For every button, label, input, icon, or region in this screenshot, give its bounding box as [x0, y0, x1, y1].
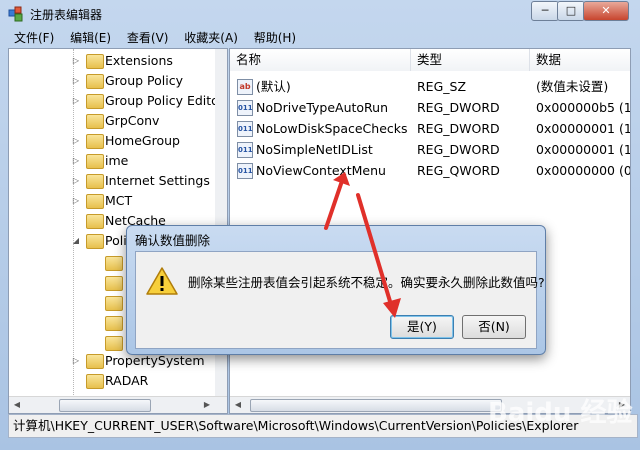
menu-help[interactable]: 帮助(H) [248, 28, 302, 48]
column-header-name[interactable]: 名称 [230, 49, 411, 71]
expand-arrow-icon[interactable]: ▷ [71, 91, 81, 111]
warning-icon [146, 267, 178, 295]
registry-app-icon [8, 6, 23, 22]
menu-file[interactable]: 文件(F) [8, 28, 60, 48]
value-type: REG_QWORD [417, 163, 500, 178]
no-button[interactable]: 否(N) [462, 315, 526, 339]
folder-icon [86, 74, 104, 89]
tree-item[interactable]: ▷ HomeGroup [9, 131, 209, 151]
tree-item-label: HomeGroup [105, 133, 180, 148]
scroll-left-icon[interactable]: ◀ [9, 397, 25, 413]
tree-item[interactable]: ▷ Extensions [9, 51, 209, 71]
dialog-body: 删除某些注册表值会引起系统不稳定。确实要永久删除此数值吗? 是(Y) 否(N) [135, 251, 545, 349]
tree-item[interactable]: RADAR [9, 371, 209, 391]
value-name: NoViewContextMenu [256, 163, 386, 178]
folder-icon [86, 354, 104, 369]
value-data: 0x00000000 (0) [536, 163, 631, 178]
binary-value-icon: 011 [237, 163, 253, 179]
expand-arrow-icon[interactable]: ▷ [71, 191, 81, 211]
subfolder-icon [105, 256, 123, 271]
expand-arrow-icon[interactable]: ◢ [71, 231, 81, 251]
column-header-data[interactable]: 数据 [530, 49, 630, 71]
folder-icon [86, 234, 104, 249]
value-name: NoDriveTypeAutoRun [256, 100, 389, 115]
scroll-thumb[interactable] [59, 399, 151, 412]
tree-item-label: RADAR [105, 373, 149, 388]
tree-item[interactable]: ▷ MCT [9, 191, 209, 211]
subfolder-icon [105, 276, 123, 291]
tree-item[interactable]: ▷ Group Policy [9, 71, 209, 91]
value-type: REG_DWORD [417, 142, 500, 157]
subfolder-icon [105, 336, 123, 351]
folder-icon [86, 194, 104, 209]
string-value-icon: ab [237, 79, 253, 95]
value-row[interactable]: 011 NoDriveTypeAutoRun REG_DWORD 0x000000b5… [230, 97, 630, 118]
tree-item-label: MCT [105, 193, 133, 208]
tree-item[interactable]: ▷ Group Policy Editor [9, 91, 224, 111]
folder-icon [86, 114, 104, 129]
subfolder-icon [105, 316, 123, 331]
expand-arrow-icon[interactable]: ▷ [71, 171, 81, 191]
folder-icon [86, 54, 104, 69]
yes-button[interactable]: 是(Y) [390, 315, 454, 339]
value-name: (默认) [256, 79, 291, 94]
list-scroll-left-icon[interactable]: ◀ [230, 397, 246, 413]
menu-bar: 文件(F) 编辑(E) 查看(V) 收藏夹(A) 帮助(H) [8, 28, 632, 48]
tree-item-label: Group Policy Editor [105, 93, 224, 108]
value-name: NoSimpleNetIDList [256, 142, 373, 157]
title-bar: 注册表编辑器 ─ □ ✕ [0, 0, 640, 28]
value-row[interactable]: 011 NoLowDiskSpaceChecks REG_DWORD 0x000000… [230, 118, 630, 139]
value-type: REG_DWORD [417, 100, 500, 115]
dialog-title: 确认数值删除 [135, 233, 211, 248]
value-type: REG_SZ [417, 79, 467, 94]
tree-horizontal-scrollbar[interactable]: ◀ ▶ [9, 396, 227, 413]
value-row[interactable]: ab (默认) REG_SZ (数值未设置) [230, 76, 630, 97]
binary-value-icon: 011 [237, 142, 253, 158]
expand-arrow-icon[interactable]: ▷ [71, 351, 81, 371]
minimize-button[interactable]: ─ [531, 1, 559, 21]
menu-edit[interactable]: 编辑(E) [64, 28, 117, 48]
expand-arrow-icon[interactable]: ▷ [71, 51, 81, 71]
watermark: Baidu 经验 [488, 398, 633, 428]
folder-icon [86, 94, 104, 109]
close-button[interactable]: ✕ [583, 1, 629, 21]
value-name: NoLowDiskSpaceChecks [256, 121, 408, 136]
menu-view[interactable]: 查看(V) [121, 28, 175, 48]
value-data: 0x00000001 (1) [536, 121, 631, 136]
dialog-message: 删除某些注册表值会引起系统不稳定。确实要永久删除此数值吗? [188, 275, 545, 290]
list-scroll-thumb[interactable] [250, 399, 502, 412]
tree-item[interactable]: GrpConv [9, 111, 209, 131]
value-data: 0x00000001 (1) [536, 142, 631, 157]
tree-item-label: Group Policy [105, 73, 183, 88]
folder-icon [86, 174, 104, 189]
binary-value-icon: 011 [237, 100, 253, 116]
tree-item-label: GrpConv [105, 113, 160, 128]
tree-item[interactable]: ▷ ime [9, 151, 209, 171]
tree-item[interactable]: ▷ Internet Settings [9, 171, 210, 191]
value-data: 0x000000b5 (181) [536, 100, 631, 115]
folder-icon [86, 134, 104, 149]
expand-arrow-icon[interactable]: ▷ [71, 151, 81, 171]
folder-icon [86, 374, 104, 389]
maximize-button[interactable]: □ [557, 1, 585, 21]
value-row[interactable]: 011 NoViewContextMenu REG_QWORD 0x00000000 … [230, 160, 630, 181]
value-type: REG_DWORD [417, 121, 500, 136]
expand-arrow-icon[interactable]: ▷ [71, 71, 81, 91]
column-header-type[interactable]: 类型 [411, 49, 530, 71]
scroll-right-icon[interactable]: ▶ [199, 397, 215, 413]
tree-item-label: ime [105, 153, 129, 168]
value-row[interactable]: 011 NoSimpleNetIDList REG_DWORD 0x00000001 … [230, 139, 630, 160]
tree-item-label: Internet Settings [105, 173, 210, 188]
window-title: 注册表编辑器 [30, 8, 103, 22]
expand-arrow-icon[interactable]: ▷ [71, 131, 81, 151]
subfolder-icon [105, 296, 123, 311]
menu-favorites[interactable]: 收藏夹(A) [178, 28, 244, 48]
confirm-delete-dialog: 确认数值删除 删除某些注册表值会引起系统不稳定。确实要永久删除此数值吗? 是(Y… [126, 225, 546, 355]
value-data: (数值未设置) [536, 79, 609, 94]
tree-item-label: Extensions [105, 53, 173, 68]
binary-value-icon: 011 [237, 121, 253, 137]
folder-icon [86, 214, 104, 229]
folder-icon [86, 154, 104, 169]
